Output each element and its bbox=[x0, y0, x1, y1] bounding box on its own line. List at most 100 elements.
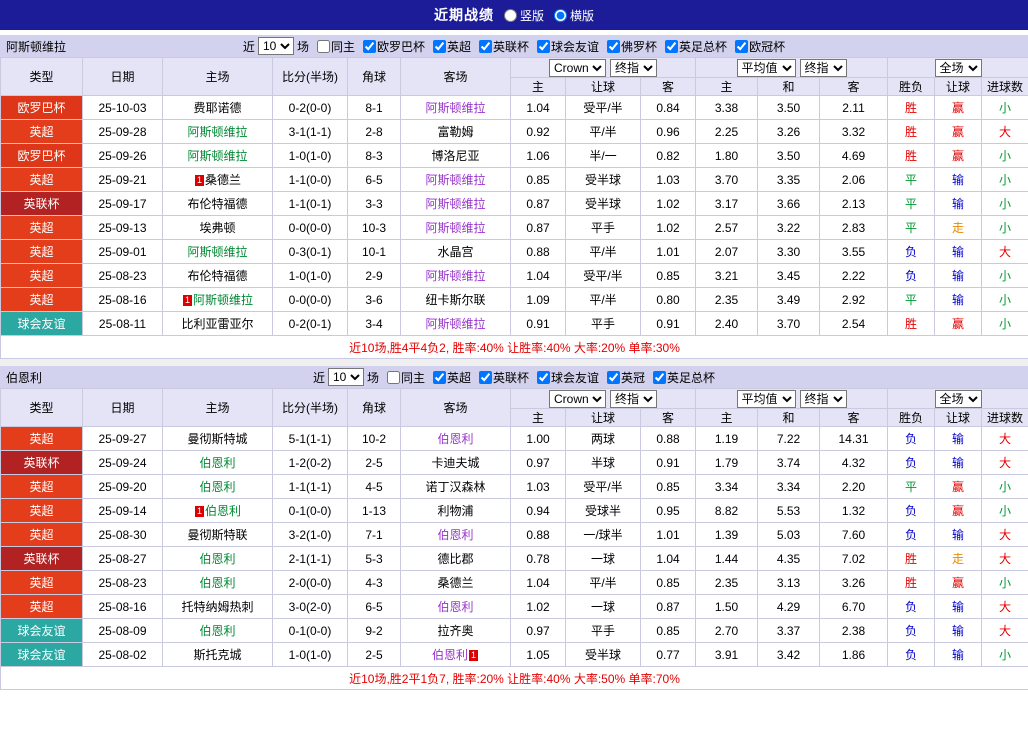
score-cell[interactable]: 0-1(0-0) bbox=[273, 619, 348, 643]
score-cell[interactable]: 0-2(0-1) bbox=[273, 312, 348, 336]
home-team[interactable]: 桑德兰 bbox=[205, 173, 241, 187]
away-team[interactable]: 卡迪夫城 bbox=[431, 456, 479, 470]
league-filter[interactable]: 英超 bbox=[433, 369, 471, 386]
league-filter[interactable]: 英超 bbox=[433, 38, 471, 55]
recent-count-select[interactable]: 10 bbox=[258, 37, 294, 55]
score-cell[interactable]: 0-0(0-0) bbox=[273, 288, 348, 312]
league-checkbox[interactable] bbox=[653, 371, 666, 384]
euro-company-select[interactable]: 平均值 bbox=[737, 59, 796, 77]
scope-select[interactable]: 全场 bbox=[935, 390, 982, 408]
home-team[interactable]: 曼彻斯特联 bbox=[187, 528, 247, 542]
home-team[interactable]: 埃弗顿 bbox=[199, 221, 235, 235]
asia-company-select[interactable]: Crown bbox=[549, 59, 606, 77]
away-team[interactable]: 阿斯顿维拉 bbox=[425, 101, 485, 115]
league-checkbox[interactable] bbox=[537, 371, 550, 384]
home-team[interactable]: 伯恩利 bbox=[199, 624, 235, 638]
home-team[interactable]: 阿斯顿维拉 bbox=[187, 149, 247, 163]
recent-count-select[interactable]: 10 bbox=[328, 368, 364, 386]
away-team[interactable]: 伯恩利 bbox=[437, 432, 473, 446]
away-team[interactable]: 博洛尼亚 bbox=[431, 149, 479, 163]
league-checkbox[interactable] bbox=[433, 371, 446, 384]
league-checkbox[interactable] bbox=[607, 40, 620, 53]
home-team[interactable]: 阿斯顿维拉 bbox=[187, 245, 247, 259]
home-team[interactable]: 比利亚雷亚尔 bbox=[181, 317, 253, 331]
score-cell[interactable]: 0-2(0-0) bbox=[273, 96, 348, 120]
away-team[interactable]: 阿斯顿维拉 bbox=[425, 197, 485, 211]
euro-index-select[interactable]: 终指 bbox=[800, 59, 847, 77]
league-checkbox[interactable] bbox=[537, 40, 550, 53]
home-team[interactable]: 布伦特福德 bbox=[187, 197, 247, 211]
league-filter[interactable]: 英联杯 bbox=[479, 369, 529, 386]
away-team[interactable]: 伯恩利 bbox=[437, 528, 473, 542]
score-cell[interactable]: 1-1(0-1) bbox=[273, 192, 348, 216]
league-checkbox[interactable] bbox=[479, 40, 492, 53]
same-home-filter[interactable]: 同主 bbox=[317, 38, 355, 55]
score-cell[interactable]: 1-0(1-0) bbox=[273, 144, 348, 168]
league-filter[interactable]: 球会友谊 bbox=[537, 369, 599, 386]
away-team[interactable]: 桑德兰 bbox=[437, 576, 473, 590]
league-checkbox[interactable] bbox=[433, 40, 446, 53]
away-team[interactable]: 诺丁汉森林 bbox=[425, 480, 485, 494]
asia-index-select[interactable]: 终指 bbox=[610, 59, 657, 77]
same-home-filter[interactable]: 同主 bbox=[387, 369, 425, 386]
away-team[interactable]: 富勒姆 bbox=[437, 125, 473, 139]
score-cell[interactable]: 3-0(2-0) bbox=[273, 595, 348, 619]
score-cell[interactable]: 3-2(1-0) bbox=[273, 523, 348, 547]
league-filter[interactable]: 欧罗巴杯 bbox=[363, 38, 425, 55]
same-home-checkbox[interactable] bbox=[317, 40, 330, 53]
score-cell[interactable]: 1-2(0-2) bbox=[273, 451, 348, 475]
view-option-horizontal[interactable]: 横版 bbox=[554, 7, 594, 24]
away-team[interactable]: 伯恩利 bbox=[432, 648, 468, 662]
away-team[interactable]: 拉齐奥 bbox=[437, 624, 473, 638]
away-team[interactable]: 纽卡斯尔联 bbox=[425, 293, 485, 307]
horizontal-layout-radio[interactable] bbox=[554, 9, 567, 22]
asia-company-select[interactable]: Crown bbox=[549, 390, 606, 408]
same-home-checkbox[interactable] bbox=[387, 371, 400, 384]
home-team[interactable]: 阿斯顿维拉 bbox=[193, 293, 253, 307]
score-cell[interactable]: 0-3(0-1) bbox=[273, 240, 348, 264]
asia-index-select[interactable]: 终指 bbox=[610, 390, 657, 408]
score-cell[interactable]: 2-1(1-1) bbox=[273, 547, 348, 571]
away-team[interactable]: 水晶宫 bbox=[437, 245, 473, 259]
score-cell[interactable]: 1-0(1-0) bbox=[273, 264, 348, 288]
league-filter[interactable]: 球会友谊 bbox=[537, 38, 599, 55]
home-team[interactable]: 托特纳姆热刺 bbox=[181, 600, 253, 614]
score-cell[interactable]: 1-1(1-1) bbox=[273, 475, 348, 499]
league-filter[interactable]: 欧冠杯 bbox=[735, 38, 785, 55]
score-cell[interactable]: 0-0(0-0) bbox=[273, 216, 348, 240]
vertical-layout-radio[interactable] bbox=[504, 9, 517, 22]
away-team[interactable]: 伯恩利 bbox=[437, 600, 473, 614]
home-team[interactable]: 伯恩利 bbox=[199, 480, 235, 494]
home-team[interactable]: 伯恩利 bbox=[199, 456, 235, 470]
euro-index-select[interactable]: 终指 bbox=[800, 390, 847, 408]
score-cell[interactable]: 2-0(0-0) bbox=[273, 571, 348, 595]
home-team[interactable]: 费耶诺德 bbox=[193, 101, 241, 115]
view-option-vertical[interactable]: 竖版 bbox=[504, 7, 544, 24]
league-checkbox[interactable] bbox=[735, 40, 748, 53]
score-cell[interactable]: 5-1(1-1) bbox=[273, 427, 348, 451]
team-name[interactable]: 伯恩利 bbox=[6, 369, 42, 386]
league-filter[interactable]: 英冠 bbox=[607, 369, 645, 386]
away-team[interactable]: 德比郡 bbox=[437, 552, 473, 566]
away-team[interactable]: 阿斯顿维拉 bbox=[425, 269, 485, 283]
home-team[interactable]: 斯托克城 bbox=[193, 648, 241, 662]
away-team[interactable]: 利物浦 bbox=[437, 504, 473, 518]
home-team[interactable]: 伯恩利 bbox=[199, 552, 235, 566]
home-team[interactable]: 曼彻斯特城 bbox=[187, 432, 247, 446]
score-cell[interactable]: 0-1(0-0) bbox=[273, 499, 348, 523]
home-team[interactable]: 阿斯顿维拉 bbox=[187, 125, 247, 139]
score-cell[interactable]: 1-0(1-0) bbox=[273, 643, 348, 667]
euro-company-select[interactable]: 平均值 bbox=[737, 390, 796, 408]
home-team[interactable]: 伯恩利 bbox=[199, 576, 235, 590]
away-team[interactable]: 阿斯顿维拉 bbox=[425, 317, 485, 331]
league-checkbox[interactable] bbox=[665, 40, 678, 53]
league-checkbox[interactable] bbox=[479, 371, 492, 384]
away-team[interactable]: 阿斯顿维拉 bbox=[425, 221, 485, 235]
score-cell[interactable]: 3-1(1-1) bbox=[273, 120, 348, 144]
league-filter[interactable]: 英足总杯 bbox=[665, 38, 727, 55]
league-filter[interactable]: 英足总杯 bbox=[653, 369, 715, 386]
home-team[interactable]: 布伦特福德 bbox=[187, 269, 247, 283]
team-name[interactable]: 阿斯顿维拉 bbox=[6, 38, 66, 55]
league-filter[interactable]: 英联杯 bbox=[479, 38, 529, 55]
league-filter[interactable]: 佛罗杯 bbox=[607, 38, 657, 55]
